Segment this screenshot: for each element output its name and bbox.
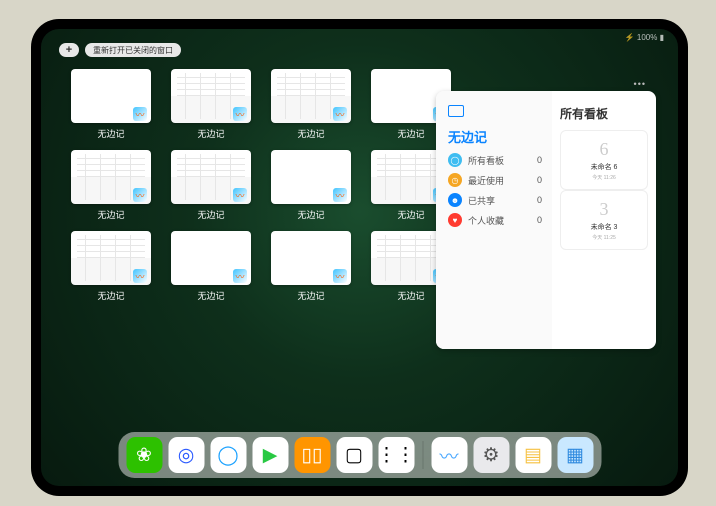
window-label: 无边记	[397, 127, 424, 140]
freeform-icon: 〰	[133, 107, 147, 121]
category-icon: ☻	[448, 193, 462, 207]
thumb-preview: 〰	[271, 69, 351, 123]
dock-quark-icon[interactable]: ◎	[168, 437, 204, 473]
category-icon: ◷	[448, 173, 462, 187]
category-icon: ◯	[448, 153, 462, 167]
device-frame: ⚡ 100% ▮ + 重新打开已关闭的窗口 〰无边记〰无边记〰无边记〰无边记〰无…	[31, 19, 688, 496]
top-bar: + 重新打开已关闭的窗口	[59, 43, 181, 57]
sidebar-item-label: 已共享	[468, 194, 495, 207]
dock-wechat-icon[interactable]: ❀	[126, 437, 162, 473]
card-title: 未命名 6	[591, 162, 618, 172]
dock: ❀◎◯▶▯▯▢⋮⋮ 〰⚙▤▦	[118, 432, 601, 478]
sidebar-item[interactable]: ◷ 最近使用 0	[448, 170, 542, 190]
window-label: 无边记	[397, 289, 424, 302]
card-subtitle: 今天 11:25	[592, 234, 616, 241]
dock-separator	[422, 441, 423, 469]
window-label: 无边记	[197, 127, 224, 140]
window-label: 无边记	[197, 289, 224, 302]
panel-title: 无边记	[448, 127, 542, 146]
window-thumb[interactable]: 〰无边记	[271, 150, 351, 221]
freeform-icon: 〰	[133, 188, 147, 202]
freeform-icon: 〰	[233, 188, 247, 202]
panel-content: 所有看板 6 未命名 6 今天 11:26 3 未命名 3 今天 11:25	[552, 91, 656, 349]
sidebar-item[interactable]: ♥ 个人收藏 0	[448, 210, 542, 230]
sketch-icon: 6	[600, 139, 609, 160]
window-label: 无边记	[97, 289, 124, 302]
window-label: 无边记	[97, 208, 124, 221]
category-icon: ♥	[448, 213, 462, 227]
window-thumb[interactable]: 〰无边记	[171, 69, 251, 140]
dock-notes-icon[interactable]: ▤	[515, 437, 551, 473]
dock-freeform-icon[interactable]: 〰	[431, 437, 467, 473]
panel-sidebar: 无边记 ◯ 所有看板 0 ◷ 最近使用 0 ☻ 已共享 0 ♥ 个人收藏 0	[436, 91, 552, 349]
window-thumb[interactable]: 〰无边记	[71, 150, 151, 221]
board-card[interactable]: 6 未命名 6 今天 11:26	[560, 130, 648, 190]
screen: ⚡ 100% ▮ + 重新打开已关闭的窗口 〰无边记〰无边记〰无边记〰无边记〰无…	[41, 29, 678, 486]
freeform-icon: 〰	[333, 269, 347, 283]
window-thumb[interactable]: 〰无边记	[171, 150, 251, 221]
sidebar-toggle-icon[interactable]	[448, 105, 464, 117]
window-label: 无边记	[97, 127, 124, 140]
dock-qqbrowser-icon[interactable]: ◯	[210, 437, 246, 473]
window-label: 无边记	[297, 289, 324, 302]
count-badge: 0	[537, 155, 542, 165]
window-thumb[interactable]: 〰无边记	[71, 69, 151, 140]
dock-books-icon[interactable]: ▯▯	[294, 437, 330, 473]
count-badge: 0	[537, 215, 542, 225]
window-label: 无边记	[397, 208, 424, 221]
window-label: 无边记	[197, 208, 224, 221]
thumb-preview: 〰	[271, 150, 351, 204]
board-card[interactable]: 3 未命名 3 今天 11:25	[560, 190, 648, 250]
thumb-preview: 〰	[171, 69, 251, 123]
dock-dice-icon[interactable]: ▢	[336, 437, 372, 473]
more-icon[interactable]: •••	[634, 79, 646, 89]
thumb-preview: 〰	[71, 231, 151, 285]
thumb-preview: 〰	[171, 150, 251, 204]
sketch-icon: 3	[600, 199, 609, 220]
sidebar-item[interactable]: ☻ 已共享 0	[448, 190, 542, 210]
count-badge: 0	[537, 175, 542, 185]
count-badge: 0	[537, 195, 542, 205]
dock-play-icon[interactable]: ▶	[252, 437, 288, 473]
dock-settings-icon[interactable]: ⚙	[473, 437, 509, 473]
window-thumb[interactable]: 〰无边记	[71, 231, 151, 302]
thumb-preview: 〰	[71, 150, 151, 204]
window-thumb[interactable]: 〰无边记	[271, 231, 351, 302]
freeform-icon: 〰	[333, 107, 347, 121]
sidebar-item-label: 所有看板	[468, 154, 504, 167]
reopen-closed-pill[interactable]: 重新打开已关闭的窗口	[85, 43, 181, 57]
window-thumb[interactable]: 〰无边记	[171, 231, 251, 302]
freeform-icon: 〰	[133, 269, 147, 283]
thumb-preview: 〰	[171, 231, 251, 285]
freeform-icon: 〰	[233, 269, 247, 283]
sidebar-item-label: 最近使用	[468, 174, 504, 187]
window-label: 无边记	[297, 208, 324, 221]
dock-nodes-icon[interactable]: ⋮⋮	[378, 437, 414, 473]
new-window-button[interactable]: +	[59, 43, 79, 57]
window-thumb[interactable]: 〰无边记	[271, 69, 351, 140]
card-title: 未命名 3	[591, 222, 618, 232]
freeform-icon: 〰	[333, 188, 347, 202]
thumb-preview: 〰	[71, 69, 151, 123]
dock-folder-icon[interactable]: ▦	[557, 437, 593, 473]
window-grid: 〰无边记〰无边记〰无边记〰无边记〰无边记〰无边记〰无边记〰无边记〰无边记〰无边记…	[71, 69, 461, 302]
freeform-icon: 〰	[233, 107, 247, 121]
status-bar: ⚡ 100% ▮	[625, 33, 664, 42]
panel-right-title: 所有看板	[560, 105, 648, 122]
window-label: 无边记	[297, 127, 324, 140]
preview-panel: 无边记 ◯ 所有看板 0 ◷ 最近使用 0 ☻ 已共享 0 ♥ 个人收藏 0 所有看板 6 未命名 6 今…	[436, 91, 656, 349]
card-subtitle: 今天 11:26	[592, 174, 616, 181]
thumb-preview: 〰	[271, 231, 351, 285]
sidebar-item-label: 个人收藏	[468, 214, 504, 227]
sidebar-item[interactable]: ◯ 所有看板 0	[448, 150, 542, 170]
